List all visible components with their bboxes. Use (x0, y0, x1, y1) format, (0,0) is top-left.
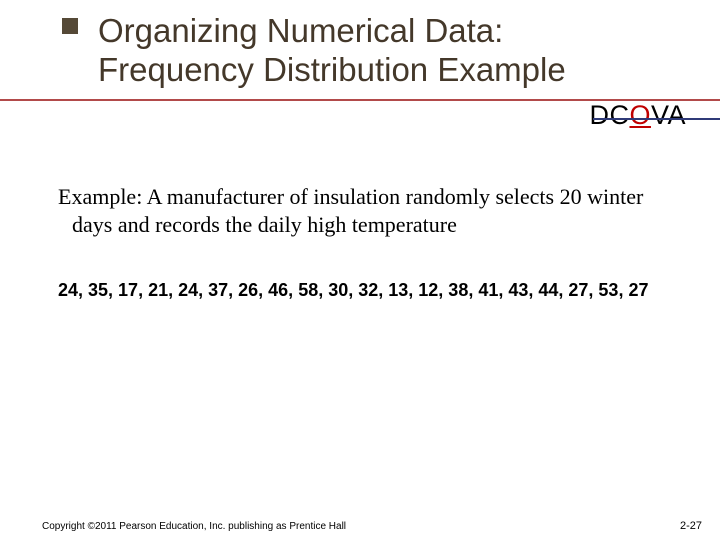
title-bullet-icon (62, 18, 78, 34)
data-values: 24, 35, 17, 21, 24, 37, 26, 46, 58, 30, … (58, 280, 688, 301)
dcova-label: DCOVA (589, 100, 686, 131)
slide: Organizing Numerical Data: Frequency Dis… (0, 0, 720, 540)
page-number: 2-27 (680, 520, 702, 532)
copyright-text: Copyright ©2011 Pearson Education, Inc. … (42, 521, 346, 532)
title-block: Organizing Numerical Data: Frequency Dis… (98, 12, 658, 90)
slide-title: Organizing Numerical Data: Frequency Dis… (98, 12, 658, 90)
dcova-post: VA (651, 100, 686, 130)
dcova-o: O (629, 100, 651, 130)
horizontal-rule-blue (593, 118, 720, 120)
dcova-pre: DC (589, 100, 629, 130)
example-description: Example: A manufacturer of insulation ra… (58, 183, 670, 239)
